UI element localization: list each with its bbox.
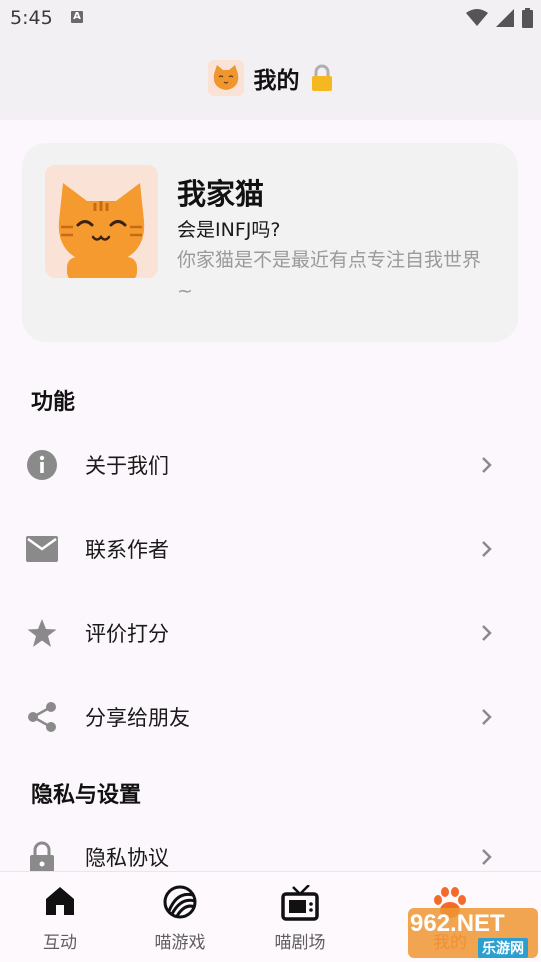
watermark-subtext: 乐游网 — [478, 938, 528, 958]
profile-description: 你家猫是不是最近有点专注自我世界~ — [177, 249, 482, 302]
status-indicators — [466, 8, 533, 28]
menu-label: 隐私协议 — [85, 846, 169, 870]
app-header: 我的 — [0, 36, 541, 120]
notification-icon: A — [71, 11, 83, 23]
nav-tab-interact[interactable]: 互动 — [0, 872, 120, 962]
wifi-icon — [466, 9, 488, 26]
signal-icon — [496, 9, 514, 27]
mail-icon — [26, 533, 58, 565]
tv-icon — [281, 885, 319, 921]
page-title: 我的 — [253, 68, 300, 94]
share-icon — [26, 701, 58, 733]
star-icon — [26, 617, 58, 649]
menu-label: 评价打分 — [85, 622, 169, 646]
chevron-right-icon — [482, 849, 492, 865]
home-icon — [46, 887, 74, 915]
profile-name: 我家猫 — [177, 177, 265, 211]
avatar — [45, 165, 158, 278]
battery-icon — [522, 8, 533, 28]
section-title-privacy: 隐私与设置 — [31, 783, 142, 808]
nav-tab-theater[interactable]: 喵剧场 — [240, 872, 360, 962]
cat-avatar-icon — [58, 183, 145, 278]
nav-label: 互动 — [43, 933, 77, 953]
profile-subtitle: 会是INFJ吗? — [177, 219, 281, 241]
chevron-right-icon — [482, 625, 492, 641]
chevron-right-icon — [482, 541, 492, 557]
info-icon — [26, 449, 58, 481]
watermark-logo: 962.NET 乐游网 — [404, 906, 541, 961]
status-time: 5:45 — [10, 7, 53, 29]
menu-label: 分享给朋友 — [85, 706, 190, 730]
menu-item-contact[interactable]: 联系作者 — [0, 507, 541, 591]
status-bar: 5:45 A — [0, 0, 541, 36]
nav-tab-games[interactable]: 喵游戏 — [120, 872, 240, 962]
section-title-features: 功能 — [31, 390, 76, 415]
profile-card[interactable]: 我家猫 会是INFJ吗? 你家猫是不是最近有点专注自我世界~ — [22, 143, 518, 342]
watermark-text: 962.NET — [410, 910, 505, 937]
chevron-right-icon — [482, 709, 492, 725]
menu-item-rate[interactable]: 评价打分 — [0, 591, 541, 675]
menu-item-share[interactable]: 分享给朋友 — [0, 675, 541, 759]
cat-logo-icon — [207, 60, 244, 96]
ball-icon — [163, 885, 197, 919]
lock-icon — [26, 841, 58, 873]
chevron-right-icon — [482, 457, 492, 473]
lock-emoji-icon — [311, 64, 332, 91]
nav-label: 喵剧场 — [274, 933, 326, 953]
menu-label: 关于我们 — [85, 454, 169, 478]
menu-label: 联系作者 — [85, 538, 169, 562]
nav-label: 喵游戏 — [154, 933, 206, 953]
menu-item-about[interactable]: 关于我们 — [0, 423, 541, 507]
